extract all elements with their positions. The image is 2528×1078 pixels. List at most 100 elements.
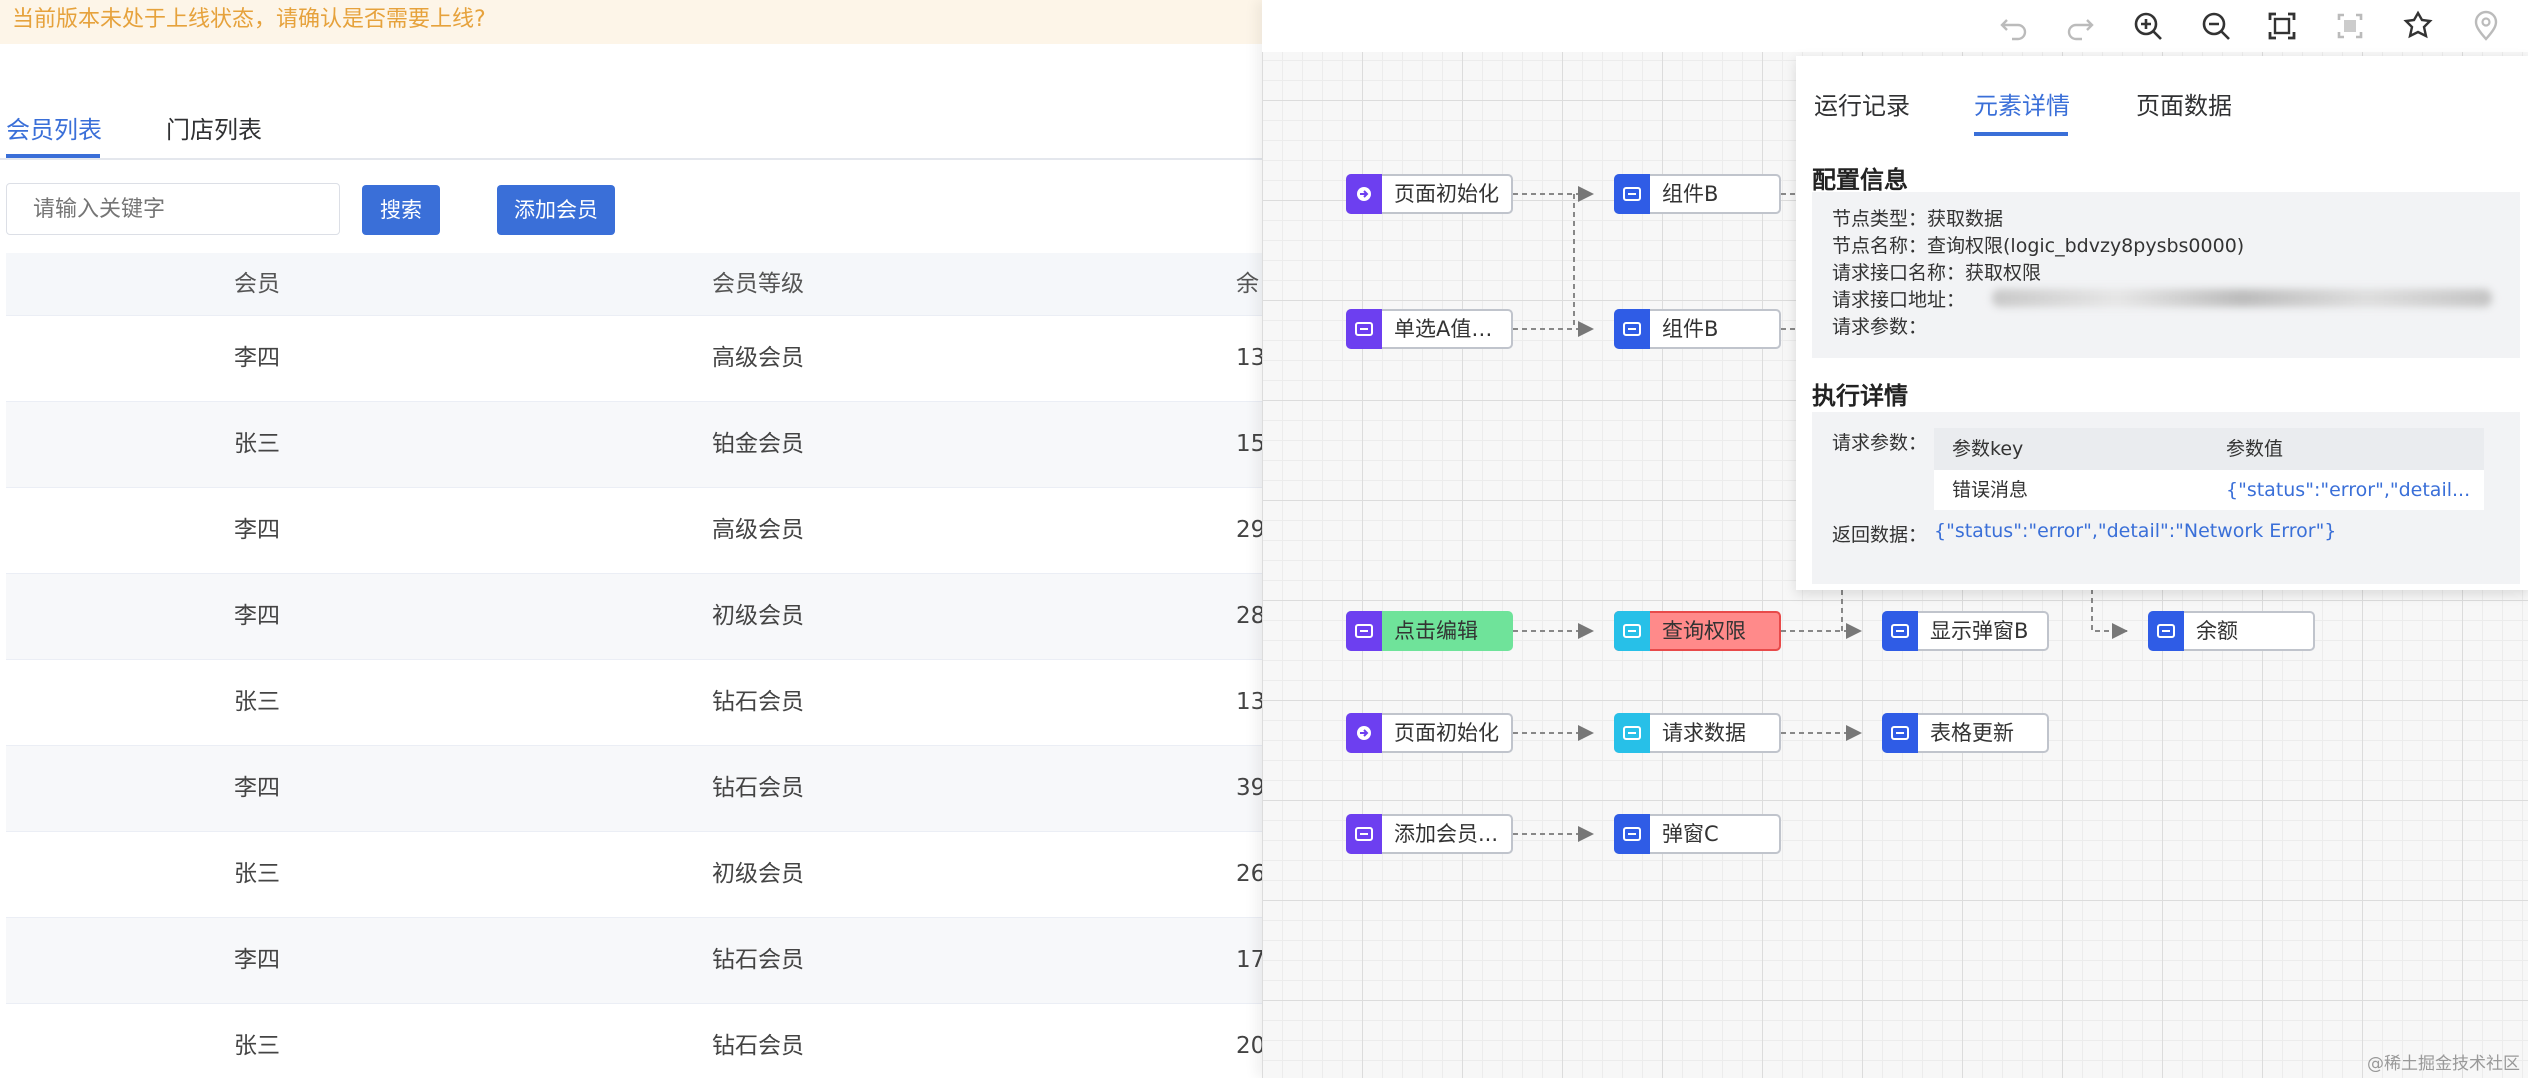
node-label: 查询权限: [1662, 619, 1746, 643]
member-level: 钻石会员: [712, 775, 804, 801]
node-page-init[interactable]: 页面初始化: [1346, 713, 1513, 753]
member-level: 钻石会员: [712, 1033, 804, 1059]
node-label: 页面初始化: [1394, 721, 1499, 745]
param-value[interactable]: {"status":"error","detail...: [2226, 470, 2470, 510]
component-icon: [1882, 611, 1918, 651]
node-page-init[interactable]: 页面初始化: [1346, 174, 1513, 214]
table-header: 会员 会员等级 余: [6, 253, 1262, 316]
tab-member-list[interactable]: 会员列表: [6, 110, 102, 145]
member-level: 初级会员: [712, 603, 804, 629]
member-balance: 286: [1236, 603, 1262, 629]
node-label: 弹窗C: [1662, 822, 1719, 846]
page-init-icon: [1346, 713, 1382, 753]
node-label: 表格更新: [1930, 721, 2014, 745]
node-query-permission[interactable]: 查询权限: [1614, 611, 1781, 651]
node-label: 显示弹窗B: [1930, 619, 2029, 643]
tab-run-log[interactable]: 运行记录: [1814, 86, 1910, 121]
config-info: 节点类型：获取数据 节点名称：查询权限(logic_bdvzy8pysbs000…: [1812, 192, 2520, 358]
tab-element-detail[interactable]: 元素详情: [1974, 86, 2070, 121]
member-name: 张三: [234, 431, 280, 457]
add-member-button[interactable]: 添加会员: [497, 185, 615, 235]
column-header-key: 参数key: [1952, 438, 2024, 460]
return-data-value[interactable]: {"status":"error","detail":"Network Erro…: [1934, 520, 2336, 542]
search-button[interactable]: 搜索: [362, 185, 440, 235]
member-app: 当前版本未处于上线状态，请确认是否需要上线? 会员列表 门店列表 搜索 添加会员…: [0, 0, 1262, 1078]
node-label: 组件B: [1662, 182, 1719, 206]
node-label: 单选A值改变: [1394, 317, 1510, 341]
param-key: 错误消息: [1952, 479, 2029, 501]
node-show-dialog-b[interactable]: 显示弹窗B: [1882, 611, 2049, 651]
tabs: 会员列表 门店列表: [0, 96, 1262, 160]
page-init-icon: [1346, 174, 1382, 214]
component-icon: [2148, 611, 2184, 651]
event-icon: [1346, 611, 1382, 651]
event-icon: [1346, 309, 1382, 349]
member-balance: 133: [1236, 689, 1262, 715]
member-name: 李四: [234, 775, 280, 801]
node-add-member[interactable]: 添加会员...: [1346, 814, 1513, 854]
node-radio-change[interactable]: 单选A值改变: [1346, 309, 1513, 349]
node-click-edit[interactable]: 点击编辑: [1346, 611, 1513, 651]
return-data-label: 返回数据：: [1832, 524, 1928, 546]
member-balance: 20: [1236, 1033, 1262, 1059]
component-icon: [1882, 713, 1918, 753]
member-level: 初级会员: [712, 861, 804, 887]
table-row[interactable]: 李四 钻石会员 178: [6, 918, 1262, 1004]
member-level: 钻石会员: [712, 689, 804, 715]
node-name: 节点名称：查询权限(logic_bdvzy8pysbs0000): [1832, 235, 2245, 257]
column-header-value: 参数值: [2226, 438, 2284, 460]
node-type: 节点类型：获取数据: [1832, 208, 2004, 230]
fetch-data-icon: [1614, 611, 1650, 651]
member-balance: 154: [1236, 431, 1262, 457]
table-row[interactable]: 张三 钻石会员 20: [6, 1004, 1262, 1078]
table-row[interactable]: 李四 初级会员 286: [6, 574, 1262, 660]
node-label: 请求数据: [1662, 721, 1746, 745]
node-request-data[interactable]: 请求数据: [1614, 713, 1781, 753]
event-icon: [1346, 814, 1382, 854]
api-url-label: 请求接口地址：: [1832, 289, 1966, 311]
member-table: 会员 会员等级 余 李四 高级会员 132 张三 铂金会员 154 李四 高级会…: [6, 253, 1262, 1078]
fetch-data-icon: [1614, 713, 1650, 753]
table-row[interactable]: 李四 高级会员 132: [6, 316, 1262, 402]
member-name: 张三: [234, 689, 280, 715]
publish-notice: 当前版本未处于上线状态，请确认是否需要上线?: [0, 0, 1262, 44]
request-params-label: 请求参数：: [1832, 432, 1928, 454]
member-level: 钻石会员: [712, 947, 804, 973]
member-name: 张三: [234, 1033, 280, 1059]
member-name: 李四: [234, 517, 280, 543]
node-table-update[interactable]: 表格更新: [1882, 713, 2049, 753]
node-label: 添加会员...: [1394, 822, 1499, 846]
member-balance: 132: [1236, 345, 1262, 371]
active-tab-indicator: [1974, 132, 2068, 136]
node-label: 点击编辑: [1394, 619, 1478, 643]
component-icon: [1614, 174, 1650, 214]
member-level: 高级会员: [712, 345, 804, 371]
member-balance: 39: [1236, 775, 1262, 801]
table-row[interactable]: 李四 钻石会员 39: [6, 746, 1262, 832]
tab-store-list[interactable]: 门店列表: [166, 110, 262, 145]
tab-page-data[interactable]: 页面数据: [2136, 86, 2232, 121]
config-section-title: 配置信息: [1812, 166, 1908, 194]
footer-watermark: @稀土掘金技术社区: [2367, 1054, 2520, 1074]
table-row: 错误消息 {"status":"error","detail...: [1934, 470, 2484, 510]
exec-detail: 请求参数： 参数key 参数值 错误消息 {"status":"error","…: [1812, 412, 2520, 584]
node-label: 页面初始化: [1394, 182, 1499, 206]
member-name: 李四: [234, 345, 280, 371]
member-name: 张三: [234, 861, 280, 887]
search-input[interactable]: [6, 183, 340, 235]
member-name: 李四: [234, 603, 280, 629]
member-balance: 26: [1236, 861, 1262, 887]
node-component-b[interactable]: 组件B: [1614, 174, 1781, 214]
table-row[interactable]: 张三 初级会员 26: [6, 832, 1262, 918]
table-row[interactable]: 李四 高级会员 29: [6, 488, 1262, 574]
table-row[interactable]: 张三 铂金会员 154: [6, 402, 1262, 488]
params-label: 请求参数：: [1832, 316, 1928, 338]
redacted-url: [1992, 289, 2492, 307]
table-row[interactable]: 张三 钻石会员 133: [6, 660, 1262, 746]
params-table: 参数key 参数值 错误消息 {"status":"error","detail…: [1934, 428, 2484, 510]
node-dialog-c[interactable]: 弹窗C: [1614, 814, 1781, 854]
column-header-balance: 余: [1236, 271, 1259, 297]
column-header-member: 会员: [234, 271, 280, 297]
node-balance[interactable]: 余额: [2148, 611, 2315, 651]
node-component-b[interactable]: 组件B: [1614, 309, 1781, 349]
